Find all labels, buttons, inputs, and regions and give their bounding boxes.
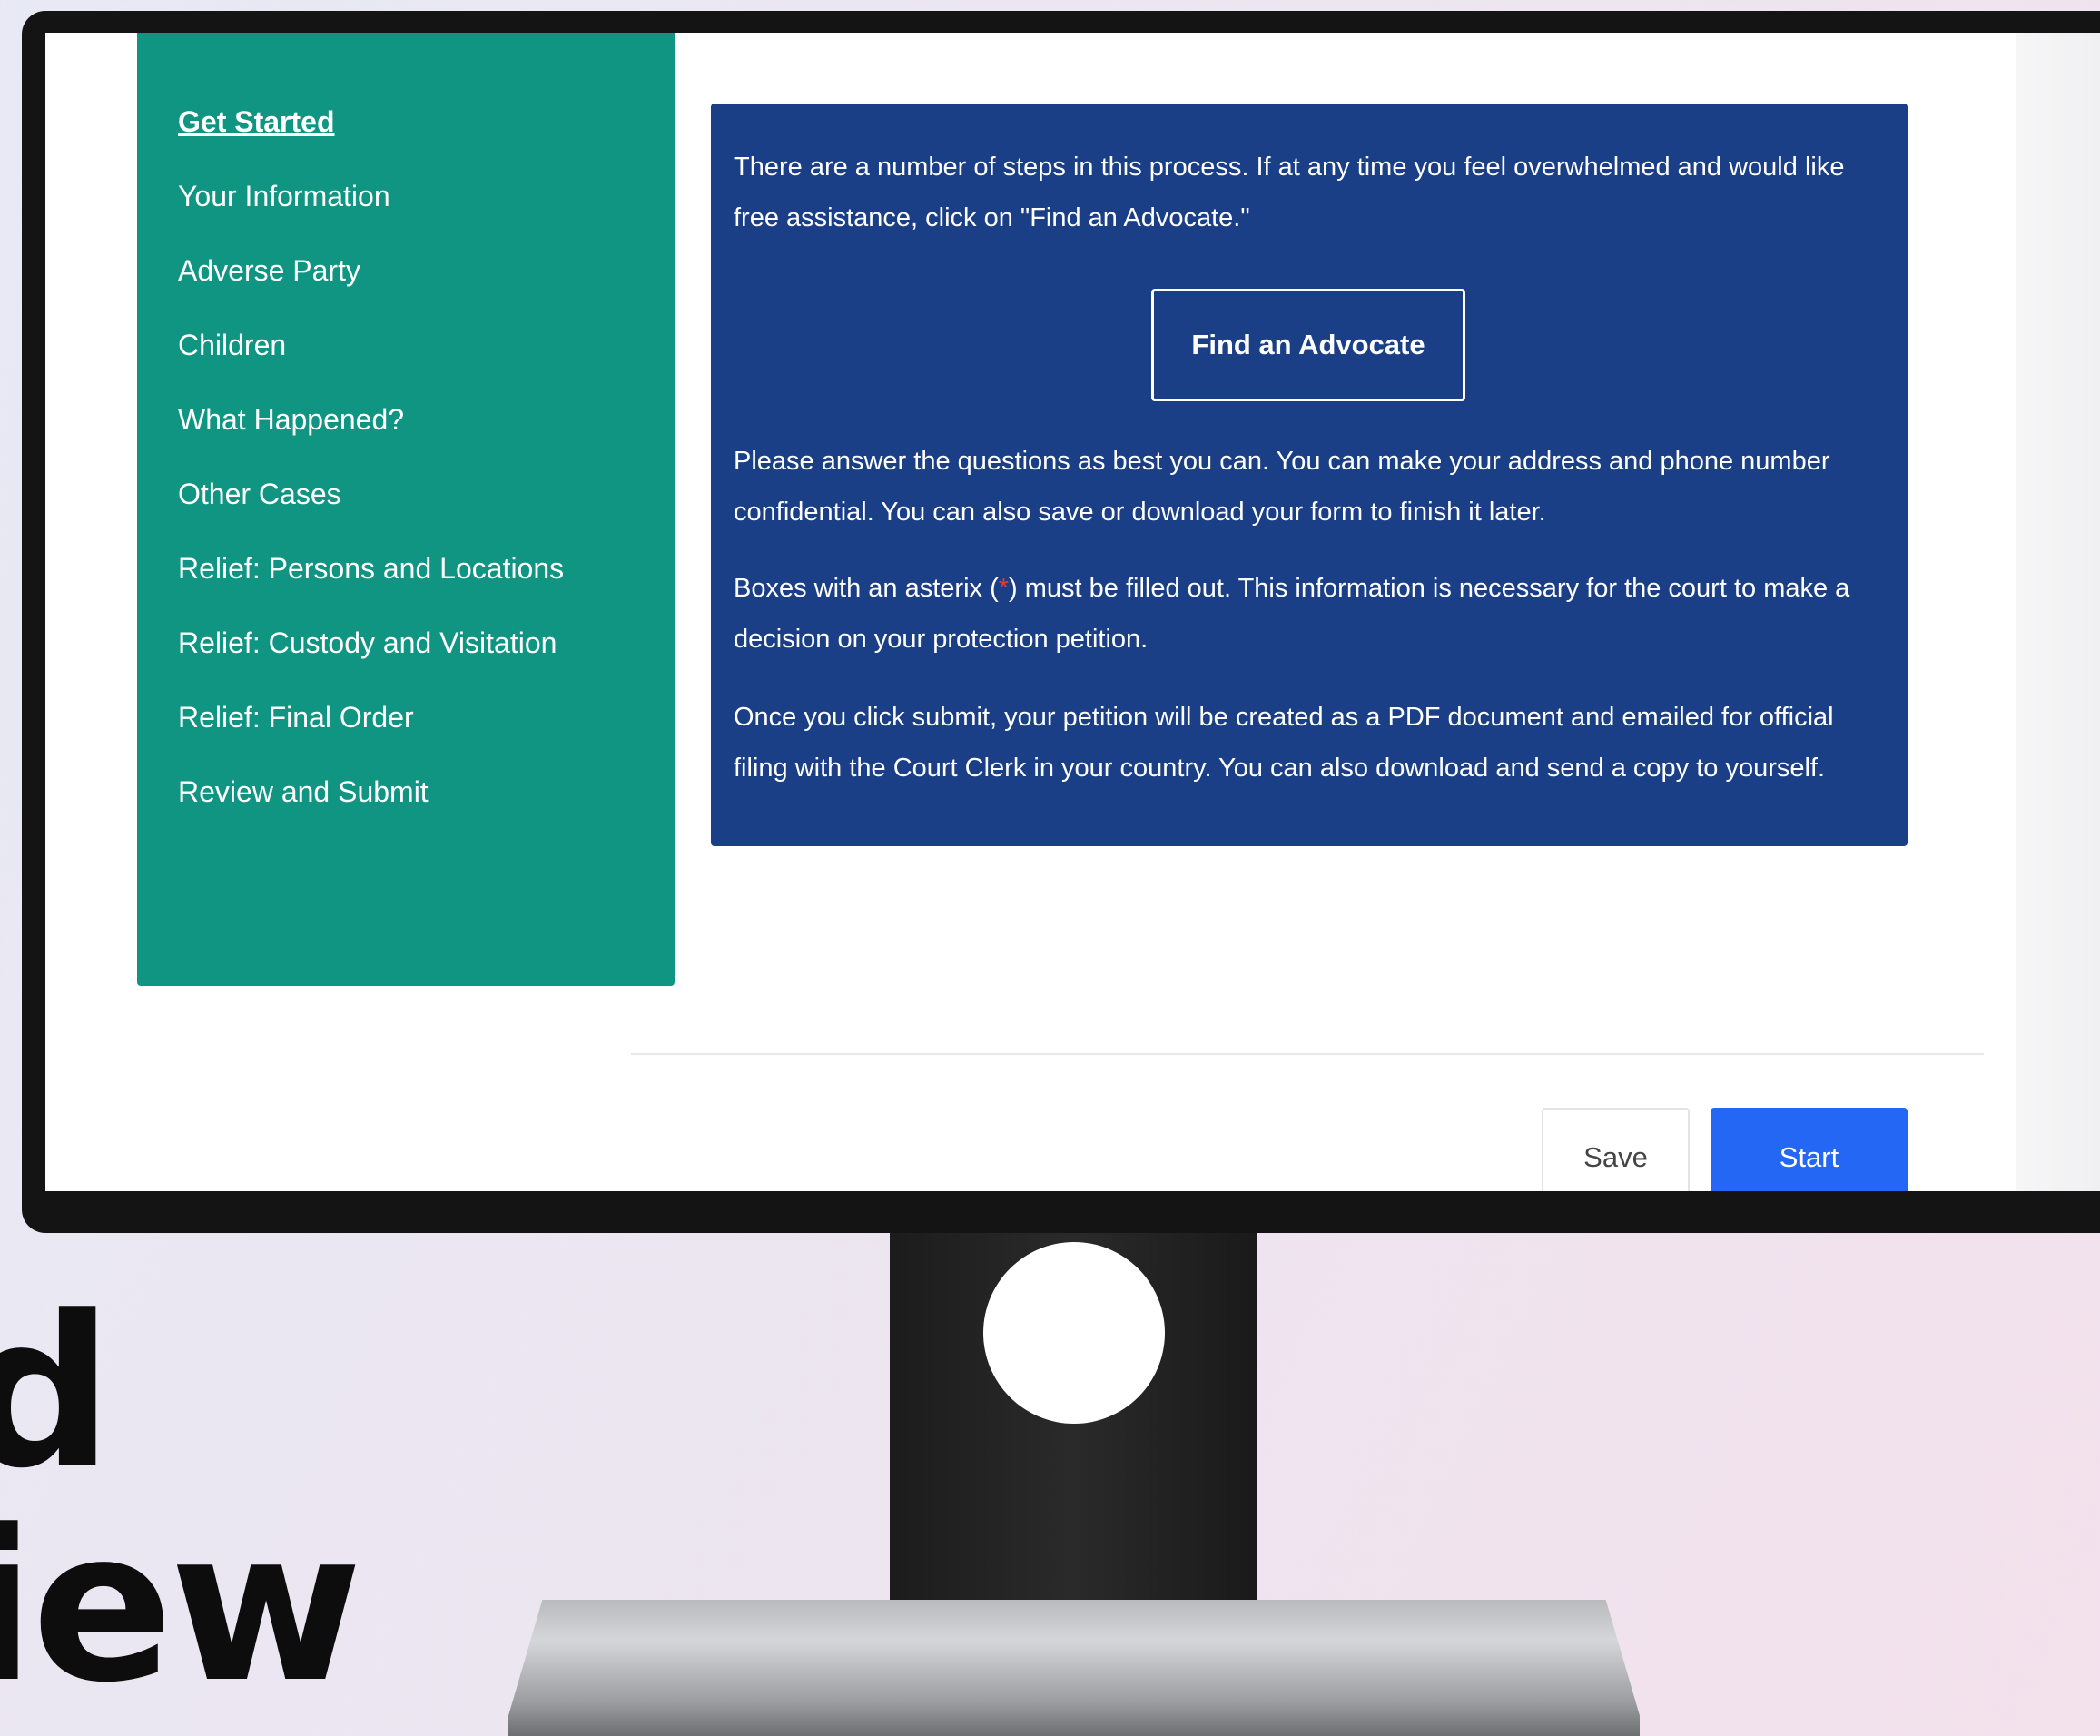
- intro-paragraph: There are a number of steps in this proc…: [734, 153, 1845, 232]
- scroll-gutter: [2016, 33, 2100, 1191]
- info-panel: There are a number of steps in this proc…: [711, 104, 1908, 846]
- footer-divider: [631, 1053, 1984, 1055]
- find-advocate-button[interactable]: Find an Advocate: [1151, 289, 1465, 401]
- start-button[interactable]: Start: [1711, 1108, 1908, 1191]
- screen: Get Started Your Information Adverse Par…: [45, 33, 2100, 1191]
- sidebar-item-adverse-party[interactable]: Adverse Party: [178, 252, 564, 327]
- sidebar-item-get-started[interactable]: Get Started: [178, 104, 564, 178]
- sidebar-item-other-cases[interactable]: Other Cases: [178, 476, 564, 550]
- steps-list: Get Started Your Information Adverse Par…: [178, 104, 564, 848]
- asterisk-text-before: Boxes with an asterix (: [734, 574, 999, 603]
- sidebar-item-review-submit[interactable]: Review and Submit: [178, 774, 564, 848]
- overlay-heading-line2: iew: [0, 1486, 362, 1729]
- cable-hole: [983, 1242, 1165, 1424]
- sidebar-item-relief-persons-locations[interactable]: Relief: Persons and Locations: [178, 550, 564, 625]
- save-button[interactable]: Save: [1542, 1108, 1690, 1191]
- monitor-stand-base: [508, 1600, 1640, 1736]
- steps-sidebar: Get Started Your Information Adverse Par…: [137, 33, 675, 986]
- sidebar-item-relief-final-order[interactable]: Relief: Final Order: [178, 699, 564, 774]
- asterisk-paragraph: Boxes with an asterix (*) must be filled…: [734, 563, 1878, 665]
- sidebar-item-relief-custody-visitation[interactable]: Relief: Custody and Visitation: [178, 625, 564, 699]
- required-asterisk: *: [998, 574, 1010, 603]
- instructions-paragraph: Please answer the questions as best you …: [734, 447, 1830, 527]
- overlay-heading-line1: d: [0, 1272, 113, 1514]
- sidebar-item-children[interactable]: Children: [178, 327, 564, 401]
- submit-paragraph: Once you click submit, your petition wil…: [734, 703, 1834, 783]
- sidebar-item-your-information[interactable]: Your Information: [178, 178, 564, 252]
- sidebar-item-what-happened[interactable]: What Happened?: [178, 401, 564, 476]
